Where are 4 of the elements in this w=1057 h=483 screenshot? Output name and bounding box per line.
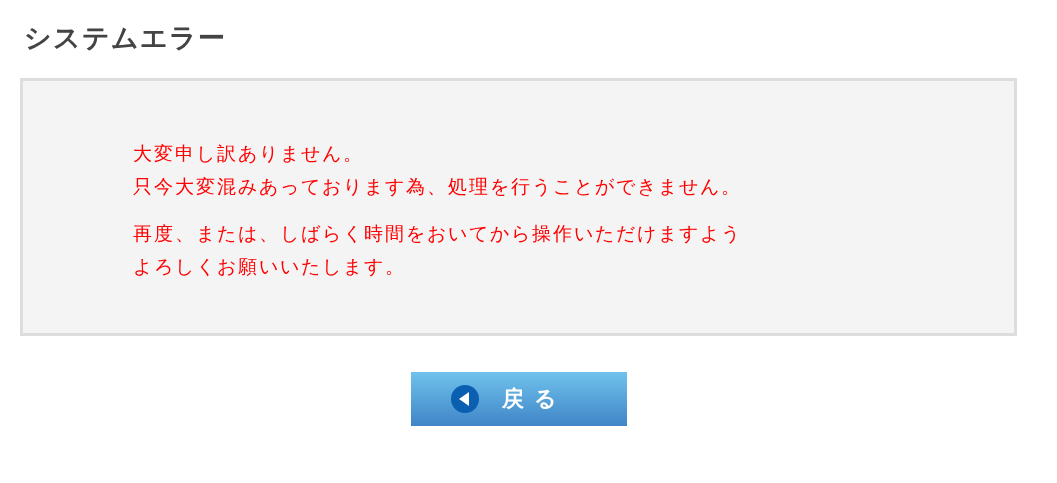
error-message: 再度、または、しばらく時間をおいてから操作いただけますよう よろしくお願いいたします。 xyxy=(133,221,743,279)
error-message: 大変申し訳ありません。 只今大変混みあっております為、処理を行うことができません。 xyxy=(133,141,743,199)
back-button[interactable]: 戻る xyxy=(410,372,627,426)
page-title: システムエラー xyxy=(24,21,227,55)
